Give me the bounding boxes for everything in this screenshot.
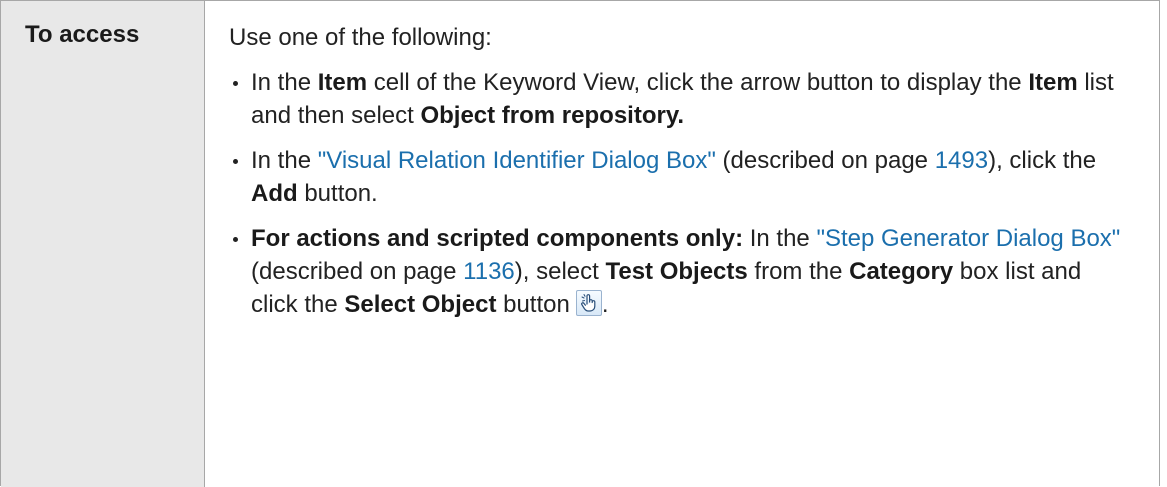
bold-term: Add (251, 180, 298, 207)
text: . (601, 291, 609, 318)
bold-term: Item (1028, 69, 1078, 96)
bullet-dot (233, 81, 238, 86)
text: In the (251, 69, 318, 96)
access-table: To access Use one of the following: In t… (0, 0, 1160, 487)
bold-term: Item (317, 69, 368, 96)
text: ), click the (988, 147, 1097, 174)
text: (described on page (251, 258, 464, 285)
text: In the (251, 147, 318, 174)
text: button (496, 291, 570, 318)
content-cell: Use one of the following: In the Item ce… (229, 21, 1129, 333)
bold-term: Category (849, 258, 954, 285)
bold-term: Object from repository. (420, 102, 685, 129)
page-1493-link[interactable]: 1493 (935, 147, 988, 174)
bullet-dot (233, 237, 238, 242)
bold-term: Select Object (344, 291, 497, 318)
text: from the (747, 258, 850, 285)
list-item: For actions and scripted components only… (229, 222, 1129, 321)
bold-term: Test Objects (605, 258, 748, 285)
list-item: In the "Visual Relation Identifier Dialo… (229, 144, 1129, 210)
text: ), select (514, 258, 606, 285)
bullet-dot (233, 159, 238, 164)
access-options-list: In the Item cell of the Keyword View, cl… (229, 66, 1129, 321)
bold-term: For actions and scripted components only… (251, 225, 744, 252)
text: cell of the Keyword View, click the arro… (367, 69, 1029, 96)
page-1136-link[interactable]: 1136 (463, 258, 515, 285)
row-label: To access (25, 21, 140, 48)
text: (described on page (715, 147, 935, 174)
label-cell: To access (1, 1, 204, 487)
intro-text: Use one of the following: (229, 24, 492, 51)
text: button. (297, 180, 378, 207)
list-item: In the Item cell of the Keyword View, cl… (229, 66, 1129, 132)
text: In the (743, 225, 817, 252)
pointing-hand-icon (575, 290, 602, 316)
visual-relation-identifier-link[interactable]: "Visual Relation Identifier Dialog Box" (318, 147, 716, 174)
column-divider (204, 1, 205, 487)
step-generator-link[interactable]: "Step Generator Dialog Box" (816, 225, 1120, 252)
